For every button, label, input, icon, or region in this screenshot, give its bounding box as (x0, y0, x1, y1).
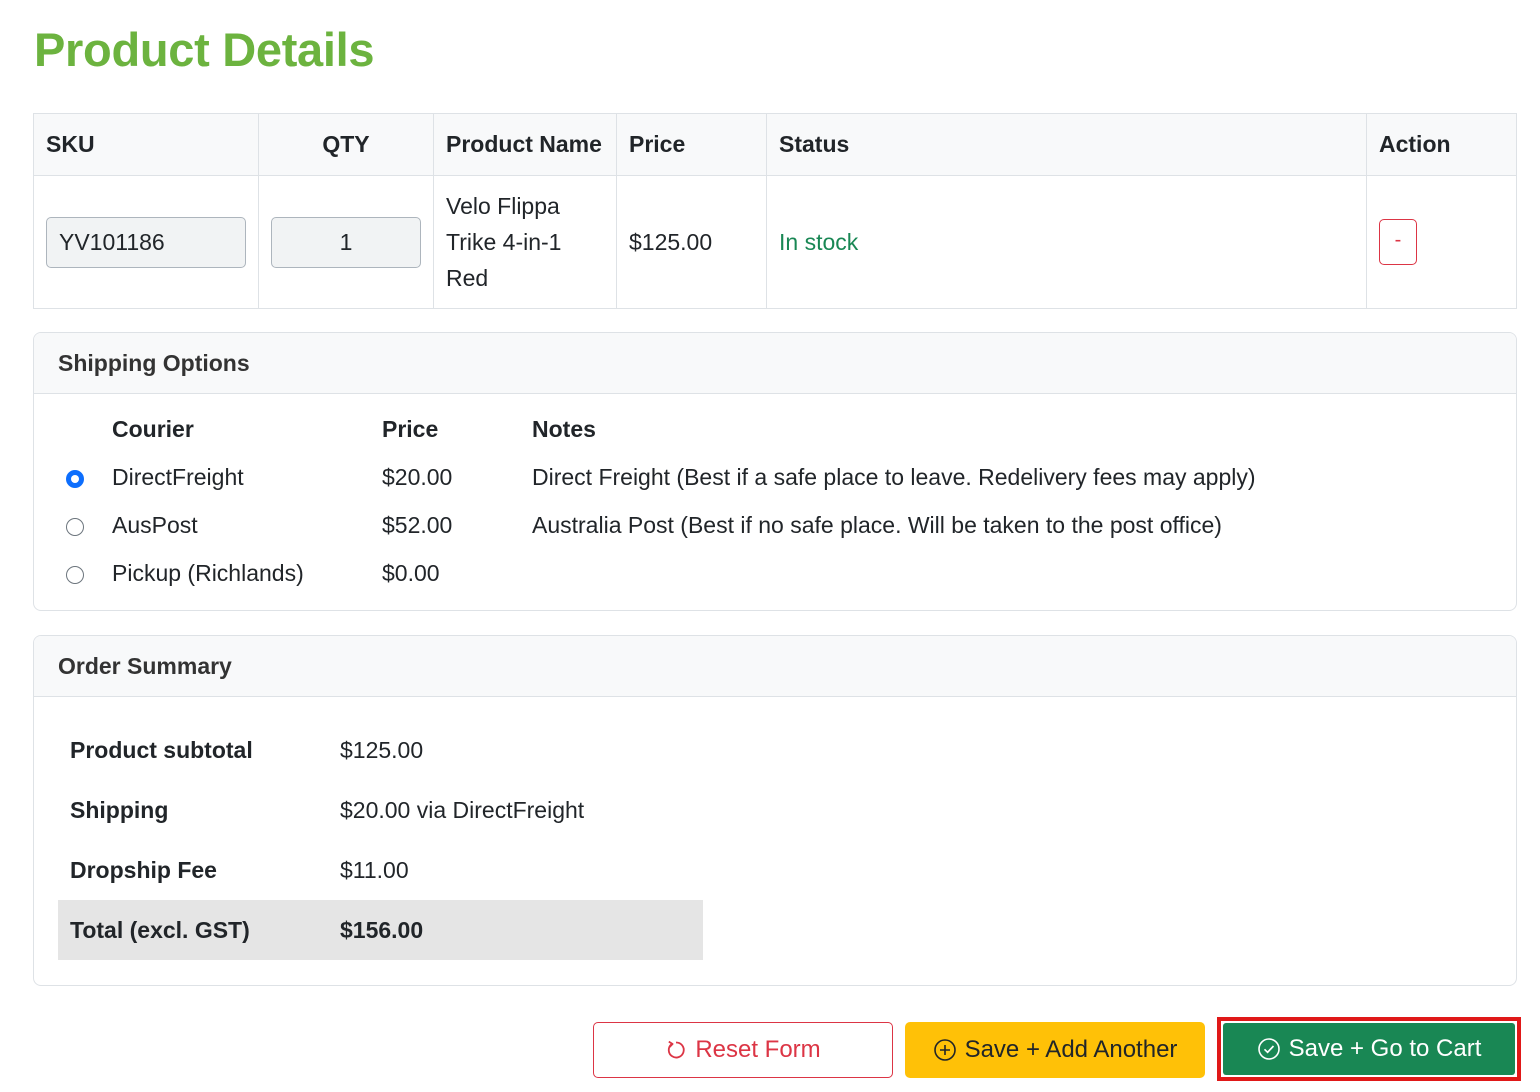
save-go-to-cart-button[interactable]: Save + Go to Cart (1223, 1023, 1515, 1075)
save-add-another-label: Save + Add Another (964, 1036, 1178, 1063)
summary-row-total: Total (excl. GST) $156.00 (58, 900, 703, 960)
courier-notes: Direct Freight (Best if a safe place to … (532, 464, 1256, 490)
header-qty: QTY (258, 113, 434, 176)
order-summary-table: Product subtotal $125.00 Shipping $20.00… (58, 720, 703, 960)
reset-form-button[interactable]: Reset Form (593, 1022, 893, 1078)
refresh-icon (665, 1039, 687, 1061)
product-name-line: Trike 4-in-1 (446, 229, 562, 255)
summary-label: Total (excl. GST) (58, 900, 328, 960)
action-cell: - (1366, 175, 1517, 309)
summary-value: $11.00 (340, 856, 409, 883)
product-name-line: Red (446, 265, 489, 291)
product-price: $125.00 (616, 175, 767, 309)
shipping-option-pickup[interactable]: Pickup (Richlands) $0.00 (34, 560, 1516, 590)
summary-label: Dropship Fee (70, 856, 217, 883)
remove-item-button[interactable]: - (1379, 219, 1417, 265)
check-circle-icon (1257, 1037, 1281, 1061)
save-add-another-button[interactable]: Save + Add Another (905, 1022, 1205, 1078)
product-name-line: Velo Flippa (446, 193, 560, 219)
summary-label: Shipping (70, 796, 169, 823)
sku-input[interactable] (46, 216, 246, 268)
sku-cell (33, 175, 259, 309)
shipping-options-list: Courier Price Notes DirectFreight $20.00… (34, 394, 1516, 610)
shipping-header-row: Courier Price Notes (34, 416, 1516, 446)
summary-value: $125.00 (340, 736, 424, 763)
table-row: Velo Flippa Trike 4-in-1 Red $125.00 In … (33, 175, 1517, 309)
radio-auspost[interactable] (66, 518, 84, 536)
product-table-header: SKU QTY Product Name Price Status Action (33, 113, 1517, 176)
courier-price: $52.00 (382, 512, 453, 538)
radio-directfreight[interactable] (66, 470, 84, 488)
order-summary-title: Order Summary (34, 636, 1516, 697)
header-price: Price (616, 113, 767, 176)
qty-input[interactable] (271, 216, 421, 268)
courier-name: DirectFreight (112, 464, 244, 490)
courier-name: AusPost (112, 512, 198, 538)
shipping-option-auspost[interactable]: AusPost $52.00 Australia Post (Best if n… (34, 512, 1516, 542)
summary-row-subtotal: Product subtotal $125.00 (58, 720, 703, 780)
summary-value: $20.00 via DirectFreight (340, 796, 585, 823)
shipping-options-card: Shipping Options Courier Price Notes Dir… (33, 332, 1517, 611)
shipping-options-title: Shipping Options (34, 333, 1516, 394)
product-name: Velo Flippa Trike 4-in-1 Red (446, 188, 604, 296)
status-badge: In stock (766, 175, 1367, 309)
order-summary-card: Order Summary Product subtotal $125.00 S… (33, 635, 1517, 986)
radio-pickup[interactable] (66, 566, 84, 584)
qty-cell (258, 175, 434, 309)
highlight-box: Save + Go to Cart (1217, 1017, 1521, 1081)
header-action: Action (1366, 113, 1517, 176)
summary-row-shipping: Shipping $20.00 via DirectFreight (58, 780, 703, 840)
product-table: SKU QTY Product Name Price Status Action… (33, 113, 1517, 309)
plus-circle-icon (933, 1038, 957, 1062)
header-product-name: Product Name (433, 113, 617, 176)
courier-notes: Australia Post (Best if no safe place. W… (532, 512, 1222, 538)
page-title: Product Details (34, 23, 375, 76)
reset-form-label: Reset Form (695, 1036, 821, 1063)
courier-price: $20.00 (382, 464, 453, 490)
courier-price: $0.00 (382, 560, 440, 586)
product-name-cell: Velo Flippa Trike 4-in-1 Red (433, 175, 617, 309)
shipping-option-directfreight[interactable]: DirectFreight $20.00 Direct Freight (Bes… (34, 464, 1516, 494)
summary-row-dropship-fee: Dropship Fee $11.00 (58, 840, 703, 900)
notes-header: Notes (532, 416, 596, 442)
courier-name: Pickup (Richlands) (112, 560, 304, 586)
save-go-to-cart-label: Save + Go to Cart (1288, 1035, 1482, 1062)
header-status: Status (766, 113, 1367, 176)
header-sku: SKU (33, 113, 259, 176)
price-header: Price (382, 416, 439, 442)
summary-label: Product subtotal (70, 736, 253, 763)
courier-header: Courier (112, 416, 194, 442)
summary-value: $156.00 (328, 900, 703, 960)
